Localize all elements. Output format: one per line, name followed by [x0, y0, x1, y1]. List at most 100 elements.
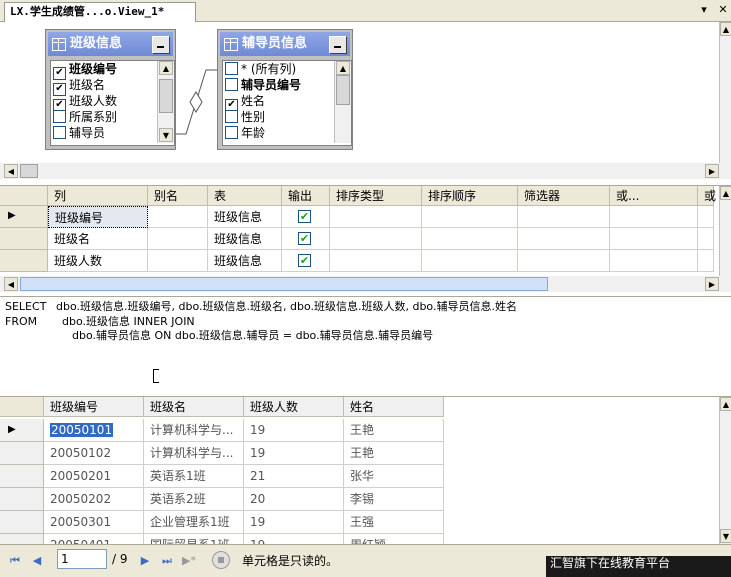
minimize-icon[interactable] [152, 36, 170, 54]
results-cell[interactable]: 李锡 [344, 488, 444, 511]
scroll-thumb[interactable] [159, 79, 173, 113]
grid-cell[interactable] [610, 206, 698, 228]
scroll-up-icon[interactable]: ▲ [159, 61, 173, 75]
close-tab-icon[interactable]: ✕ [716, 3, 730, 17]
table-box-class-info[interactable]: 班级信息 ✔ 班级编号 ✔ 班级名 ✔ 班级人数 所属系别 辅导员 ▲ ▼ [45, 29, 176, 150]
scroll-left-icon[interactable]: ◀ [4, 164, 18, 178]
column-list-item[interactable]: 性别 [223, 109, 351, 125]
scroll-thumb[interactable] [336, 75, 350, 105]
results-cell[interactable]: 王艳 [344, 419, 444, 442]
column-checkbox[interactable] [225, 78, 238, 91]
grid-cell-alias[interactable] [148, 206, 208, 228]
column-list-item[interactable]: * (所有列) [223, 61, 351, 77]
grid-cell-table[interactable]: 班级信息 [208, 228, 282, 250]
results-row-header[interactable] [0, 534, 44, 544]
results-cell[interactable]: 王强 [344, 511, 444, 534]
scroll-up-icon[interactable]: ▲ [720, 22, 731, 36]
results-vertical-scrollbar[interactable]: ▲ ▼ [719, 397, 731, 544]
grid-column-header[interactable]: 别名 [148, 186, 208, 206]
grid-cell[interactable] [330, 206, 422, 228]
grid-cell-column[interactable]: 班级人数 [48, 250, 148, 272]
results-cell[interactable]: 英语系2班 [144, 488, 244, 511]
current-record-input[interactable] [57, 549, 107, 569]
criteria-horizontal-scrollbar[interactable]: ◀ ▶ [0, 276, 731, 292]
column-list-item[interactable]: ✔ 班级编号 [51, 61, 174, 80]
results-cell[interactable]: 19 [244, 511, 344, 534]
results-cell[interactable]: 20050201 [44, 465, 144, 488]
scroll-left-icon[interactable]: ◀ [4, 277, 18, 291]
grid-cell-table[interactable]: 班级信息 [208, 206, 282, 228]
grid-column-header[interactable]: 输出 [282, 186, 330, 206]
results-cell[interactable]: 20050101 [44, 419, 144, 442]
grid-cell-output[interactable]: ✔ [282, 228, 330, 250]
grid-column-header[interactable]: 表 [208, 186, 282, 206]
results-cell[interactable]: 企业管理系1班 [144, 511, 244, 534]
grid-column-header[interactable]: 列 [48, 186, 148, 206]
tab-list-dropdown-icon[interactable]: ▾ [697, 3, 711, 17]
last-record-icon[interactable]: ⏭ [160, 554, 174, 568]
scroll-thumb[interactable] [20, 277, 548, 291]
column-checkbox[interactable] [225, 62, 238, 75]
results-cell[interactable]: 英语系1班 [144, 465, 244, 488]
column-list[interactable]: * (所有列) 辅导员编号 ✔ 姓名 性别 年龄 ▲ [222, 60, 352, 146]
grid-cell[interactable] [610, 250, 698, 272]
results-cell[interactable]: 20050301 [44, 511, 144, 534]
column-list-item[interactable]: 所属系别 [51, 109, 174, 125]
results-row-header[interactable] [0, 488, 44, 511]
scroll-thumb[interactable] [20, 164, 38, 178]
results-cell[interactable]: 计算机科学与... [144, 419, 244, 442]
grid-cell[interactable] [330, 228, 422, 250]
column-checkbox[interactable] [53, 110, 66, 123]
table-title-bar[interactable]: 班级信息 [48, 32, 173, 56]
scroll-down-icon[interactable]: ▼ [159, 128, 173, 142]
table-box-counselor-info[interactable]: 辅导员信息 * (所有列) 辅导员编号 ✔ 姓名 性别 年龄 ▲ [217, 29, 353, 150]
column-list-scrollbar[interactable]: ▲ ▼ [157, 61, 174, 143]
results-cell[interactable]: 20050202 [44, 488, 144, 511]
grid-row-header[interactable] [0, 250, 48, 272]
results-cell[interactable]: 20050401 [44, 534, 144, 544]
column-checkbox[interactable] [225, 110, 238, 123]
grid-cell-alias[interactable] [148, 250, 208, 272]
grid-column-header[interactable]: 或 [698, 186, 716, 206]
join-relationship-line[interactable] [176, 62, 220, 142]
results-cell[interactable]: 20 [244, 488, 344, 511]
results-row-header[interactable]: ▶ [0, 419, 44, 442]
grid-row-header[interactable] [0, 228, 48, 250]
results-cell[interactable]: 19 [244, 419, 344, 442]
results-cell[interactable]: 19 [244, 442, 344, 465]
results-cell[interactable]: 张华 [344, 465, 444, 488]
scroll-up-icon[interactable]: ▲ [720, 186, 731, 200]
grid-cell[interactable] [518, 206, 610, 228]
results-row-header[interactable] [0, 465, 44, 488]
table-title-bar[interactable]: 辅导员信息 [220, 32, 350, 56]
results-cell[interactable]: 周红颖 [344, 534, 444, 544]
results-cell[interactable]: 计算机科学与... [144, 442, 244, 465]
column-list-item[interactable]: 辅导员 [51, 125, 174, 141]
new-record-icon[interactable]: ▶* [182, 554, 196, 568]
diagram-vertical-scrollbar[interactable]: ▲ [719, 22, 731, 163]
stop-icon[interactable] [212, 551, 230, 569]
diagram-pane[interactable]: 班级信息 ✔ 班级编号 ✔ 班级名 ✔ 班级人数 所属系别 辅导员 ▲ ▼ 辅导员信息 * (… [0, 22, 731, 163]
column-list-item[interactable]: ✔ 班级人数 [51, 93, 174, 112]
grid-cell-column[interactable]: 班级名 [48, 228, 148, 250]
document-tab[interactable]: LX.学生成绩管...o.View_1* [4, 2, 196, 22]
grid-cell[interactable] [422, 228, 518, 250]
scroll-right-icon[interactable]: ▶ [705, 164, 719, 178]
grid-cell[interactable] [698, 250, 714, 272]
grid-cell[interactable] [518, 250, 610, 272]
results-pane[interactable]: 班级编号 班级名 班级人数 姓名 ▶ 20050101 计算机科学与... 19 王艳 2005… [0, 396, 731, 544]
results-column-header[interactable]: 班级人数 [244, 397, 344, 417]
first-record-icon[interactable]: ⏮ [8, 554, 22, 568]
results-cell[interactable]: 国际贸易系1班 [144, 534, 244, 544]
output-checkbox[interactable]: ✔ [298, 254, 311, 267]
grid-column-header[interactable]: 排序类型 [330, 186, 422, 206]
grid-cell[interactable] [422, 250, 518, 272]
grid-cell[interactable] [610, 228, 698, 250]
scroll-up-icon[interactable]: ▲ [720, 397, 731, 411]
column-list[interactable]: ✔ 班级编号 ✔ 班级名 ✔ 班级人数 所属系别 辅导员 ▲ ▼ [50, 60, 175, 146]
results-row-header[interactable] [0, 442, 44, 465]
grid-cell[interactable] [330, 250, 422, 272]
grid-cell-table[interactable]: 班级信息 [208, 250, 282, 272]
results-cell[interactable]: 19 [244, 534, 344, 544]
grid-cell-alias[interactable] [148, 228, 208, 250]
